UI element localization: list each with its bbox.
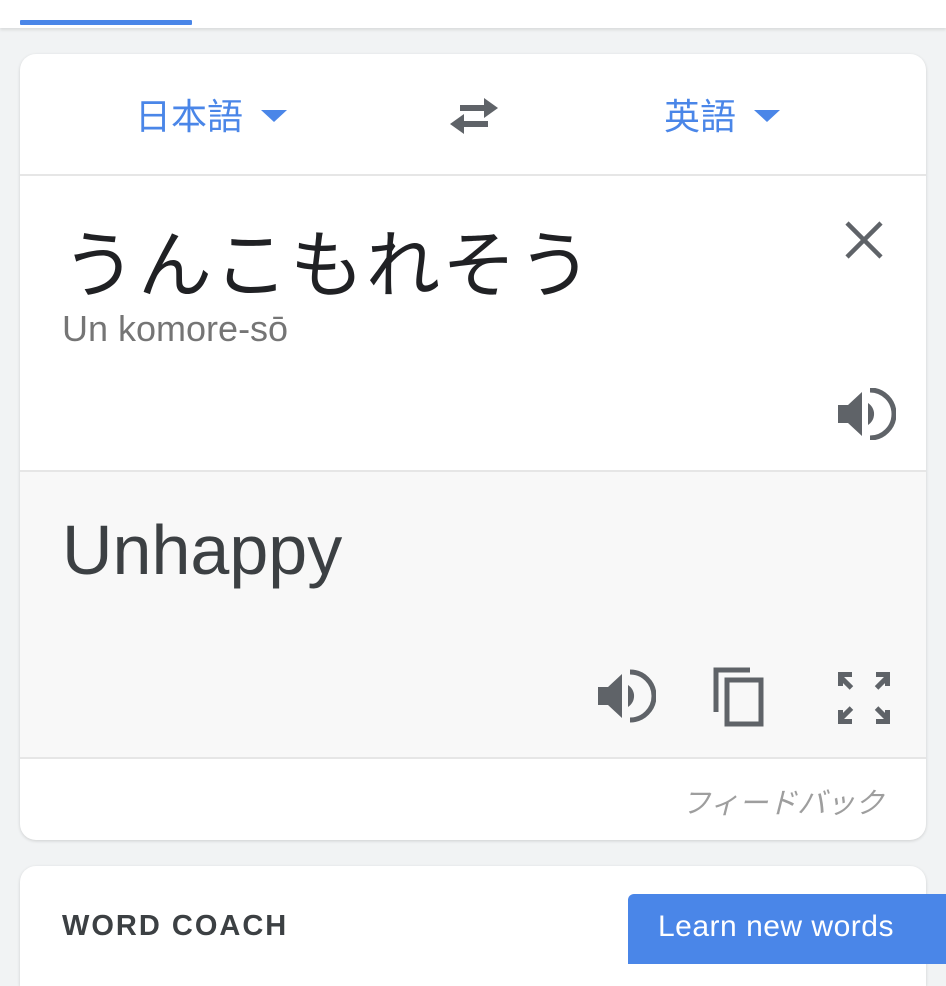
source-listen-button[interactable] [834,388,896,440]
feedback-link[interactable]: フィードバック [682,780,884,822]
translate-card: 日本語 英語 うんこもれそう Un komore-sō Unhappy フィード… [20,54,926,840]
word-coach-card: WORD COACH Learn new words [20,866,946,986]
result-listen-button[interactable] [594,668,656,724]
source-text[interactable]: うんこもれそう [62,206,594,313]
target-language-selector[interactable]: 英語 [664,92,781,138]
dropdown-caret-icon [261,110,288,122]
source-language-selector[interactable]: 日本語 [135,92,288,138]
target-language-label: 英語 [664,97,737,138]
fullscreen-icon [838,672,890,724]
transliteration-text: Un komore-sō [62,308,289,349]
volume-icon [838,388,896,440]
translation-text[interactable]: Unhappy [62,510,342,590]
fullscreen-button[interactable] [836,670,892,726]
top-tab-bar [0,0,946,28]
swap-horiz-icon [450,98,498,134]
active-tab-indicator [20,20,192,25]
dropdown-caret-icon [754,110,781,122]
swap-languages-button[interactable] [448,94,500,138]
result-panel: Unhappy [20,470,926,759]
language-bar: 日本語 英語 [20,54,926,176]
source-panel[interactable]: うんこもれそう Un komore-sō [20,176,926,470]
source-language-label: 日本語 [135,97,244,138]
word-coach-title: WORD COACH [62,910,289,942]
close-icon [845,221,883,259]
volume-icon [598,669,656,723]
copy-icon [713,667,764,727]
clear-button[interactable] [842,218,886,262]
learn-new-words-button[interactable]: Learn new words [628,894,946,964]
copy-button[interactable] [710,664,770,730]
